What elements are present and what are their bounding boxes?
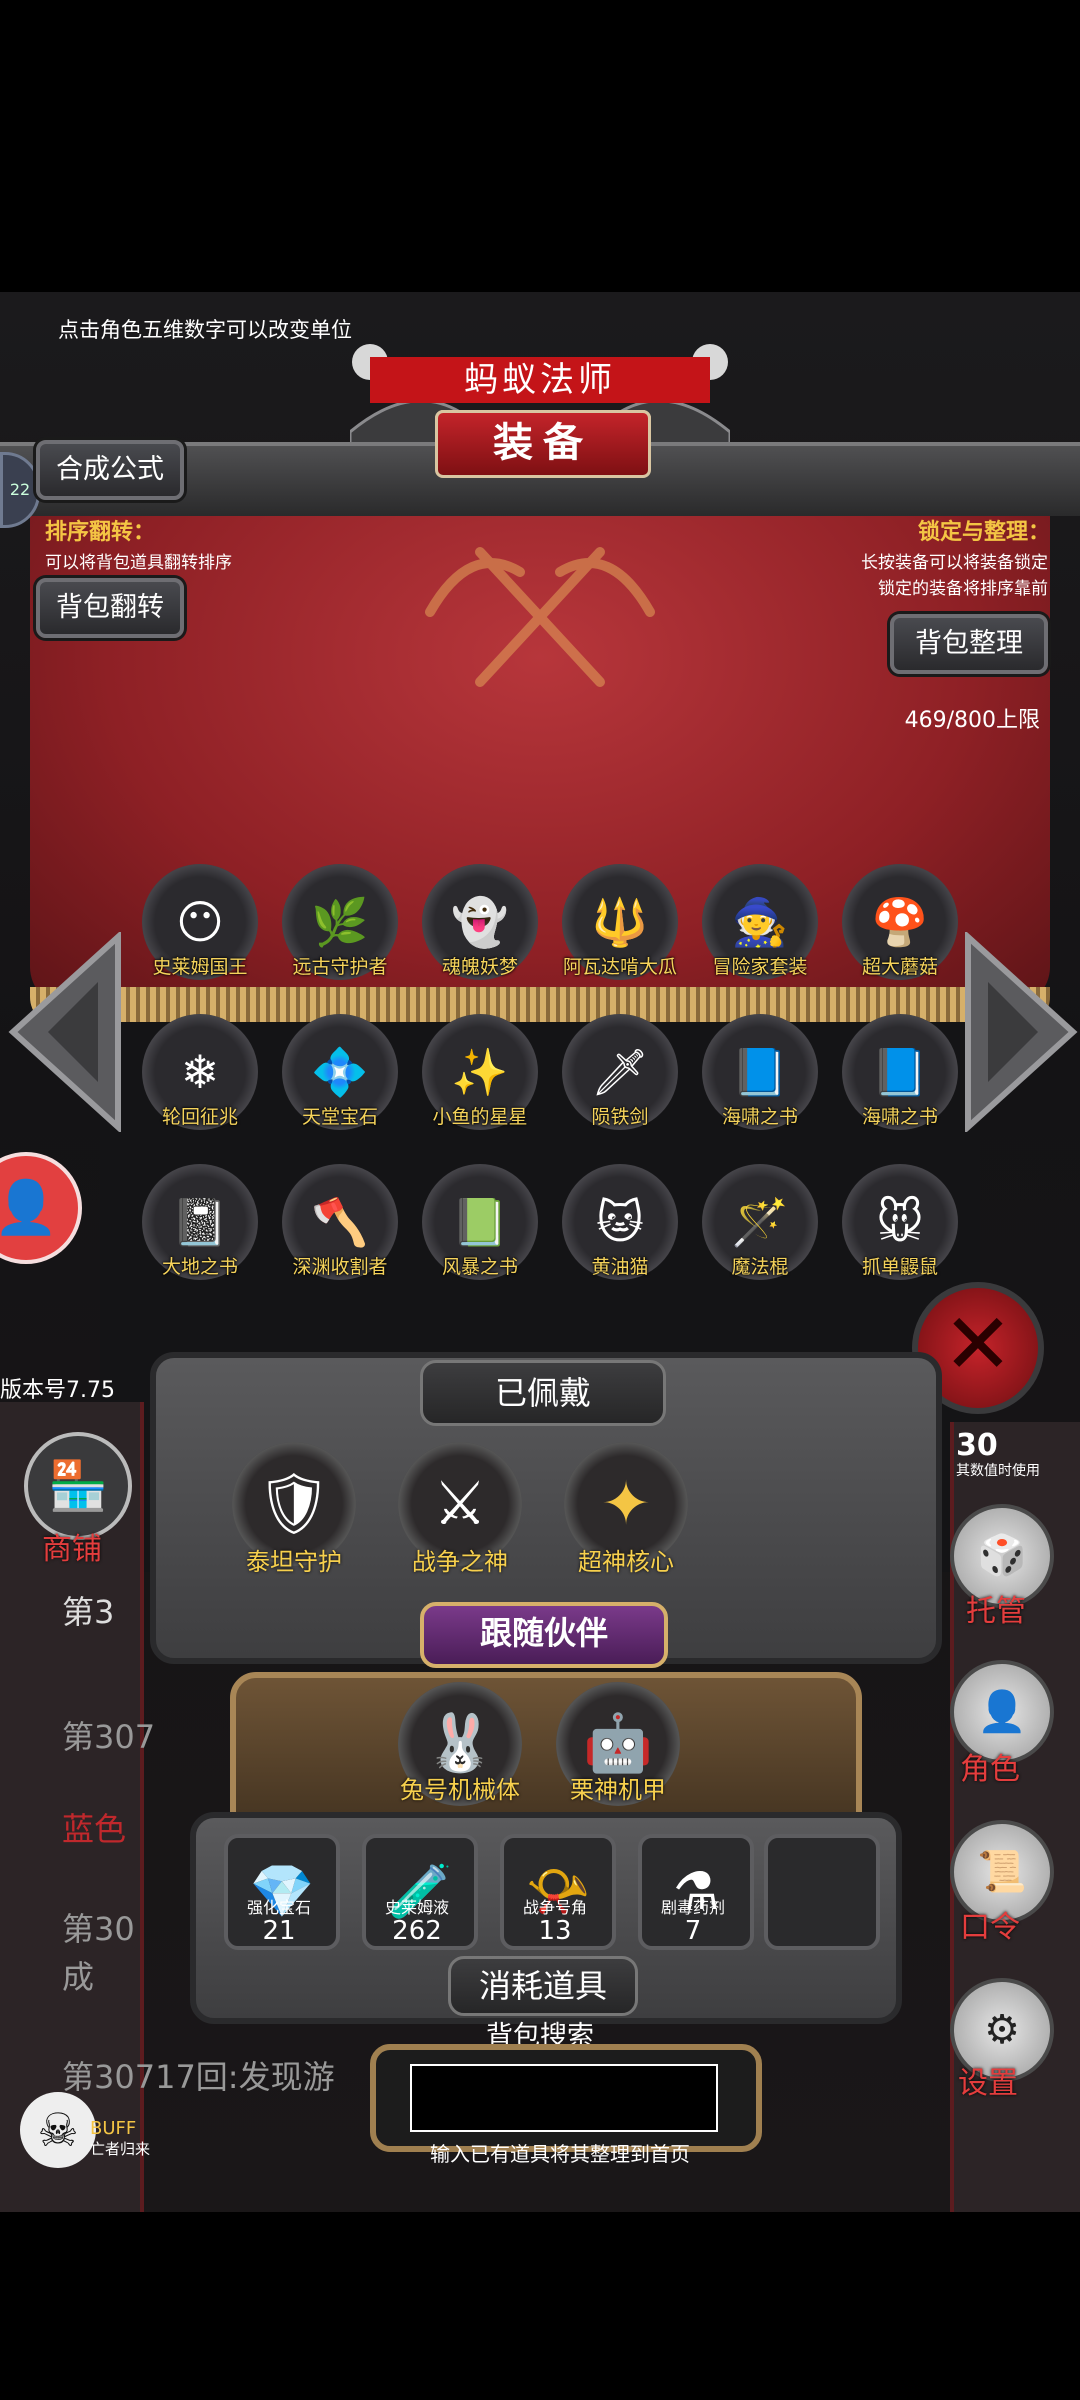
consumable-name-1: 强化宝石 — [246, 1898, 311, 1917]
lock-title: 锁定与整理： — [917, 520, 1050, 545]
sort-flip-button[interactable]: 背包翻转 — [36, 578, 184, 638]
consumable-name-3: 战争号角 — [522, 1898, 587, 1917]
item-name: 史莱姆国王 — [152, 956, 248, 978]
hint-text: 点击角色五维数字可以改变单位 — [58, 318, 352, 342]
consumable-count-1: 21 — [262, 1916, 296, 1946]
consumables-title: 消耗道具 — [448, 1956, 638, 2016]
consumable-count-4: 7 — [684, 1916, 702, 1946]
companion-name-1: 兔号机械体 — [400, 1776, 520, 1804]
sort-flip-desc: 可以将背包道具翻转排序 — [45, 553, 232, 573]
item-name: 小鱼的星星 — [432, 1106, 528, 1128]
consumable-empty-slot[interactable] — [764, 1834, 880, 1950]
log-line-6: 第30717回:发现游 — [62, 2058, 335, 2096]
consumable-name-4: 剧毒药剂 — [660, 1898, 725, 1917]
search-hint: 输入已有道具将其整理到首页 — [430, 2142, 690, 2166]
auto-label: 托管 — [966, 1594, 1026, 1629]
consumable-count-2: 262 — [392, 1916, 442, 1946]
equipped-name-3: 超神核心 — [578, 1548, 674, 1576]
search-input[interactable] — [410, 2064, 718, 2132]
user-avatar-icon[interactable]: 👤 — [0, 1152, 82, 1264]
lock-desc-2: 锁定的装备将排序靠前 — [878, 579, 1048, 599]
stat-hint: 其数值时使用 — [956, 1463, 1040, 1479]
item-name: 天堂宝石 — [301, 1106, 378, 1128]
log-line-4: 第30 — [62, 1910, 135, 1948]
skull-icon[interactable]: ☠ — [20, 2092, 96, 2168]
item-name: 冒险家套装 — [712, 956, 808, 978]
equipped-name-1: 泰坦守护 — [246, 1548, 342, 1576]
item-name: 大地之书 — [161, 1256, 238, 1278]
item-name: 海啸之书 — [721, 1106, 798, 1128]
log-line-3: 蓝色 — [62, 1810, 127, 1848]
item-name: 远古守护者 — [292, 956, 388, 978]
equipped-title: 已佩戴 — [420, 1360, 666, 1426]
log-line-5: 成 — [62, 1958, 95, 1996]
character-name-overlay: 蚂蚁法师 — [370, 357, 710, 403]
item-name: 海啸之书 — [861, 1106, 938, 1128]
buff-label: BUFF — [90, 2118, 137, 2139]
companions-title: 跟随伙伴 — [420, 1602, 668, 1668]
version-text: 版本号7.75 — [0, 1378, 115, 1403]
item-name: 魂魄妖梦 — [441, 956, 518, 978]
bag-capacity: 469/800上限 — [904, 708, 1040, 733]
consumable-count-3: 13 — [538, 1916, 572, 1946]
item-name: 深渊收割者 — [292, 1256, 388, 1278]
sort-flip-title: 排序翻转： — [45, 520, 156, 545]
item-name: 魔法棍 — [731, 1256, 789, 1278]
log-line-2: 第307 — [62, 1718, 156, 1756]
equipped-name-2: 战争之神 — [412, 1548, 508, 1576]
game-screen: 点击角色五维数字可以改变单位 蚂蚁法师 装备 蚂蚁法师 装备 22 合成公式 排… — [0, 292, 1080, 2212]
panel-title-overlay: 装备 — [435, 410, 651, 478]
item-name: 阿瓦达啃大瓜 — [562, 956, 677, 978]
item-name: 风暴之书 — [441, 1256, 518, 1278]
stat-value: 30 — [956, 1428, 998, 1463]
companion-name-2: 栗神机甲 — [570, 1776, 666, 1804]
item-name: 轮回征兆 — [161, 1106, 238, 1128]
consumable-name-2: 史莱姆液 — [384, 1898, 449, 1917]
prev-page-arrow[interactable] — [8, 932, 128, 1132]
synthesis-formula-button[interactable]: 合成公式 — [36, 440, 184, 500]
lock-desc-1: 长按装备可以将装备锁定 — [861, 553, 1048, 573]
code-label: 口令 — [960, 1910, 1020, 1945]
log-line-1: 第3 — [62, 1593, 115, 1631]
item-name: 陨铁剑 — [591, 1106, 649, 1128]
role-label: 角色 — [960, 1752, 1020, 1787]
crossed-swords-emblem — [425, 547, 655, 687]
shop-label: 商铺 — [42, 1532, 102, 1567]
bag-organize-button[interactable]: 背包整理 — [890, 614, 1048, 674]
settings-label: 设置 — [958, 2066, 1018, 2101]
item-name: 超大蘑菇 — [861, 956, 938, 978]
buff-sub: 亡者归来 — [90, 2140, 151, 2158]
item-name: 黄油猫 — [591, 1256, 649, 1278]
item-name: 抓单鼹鼠 — [861, 1256, 938, 1278]
